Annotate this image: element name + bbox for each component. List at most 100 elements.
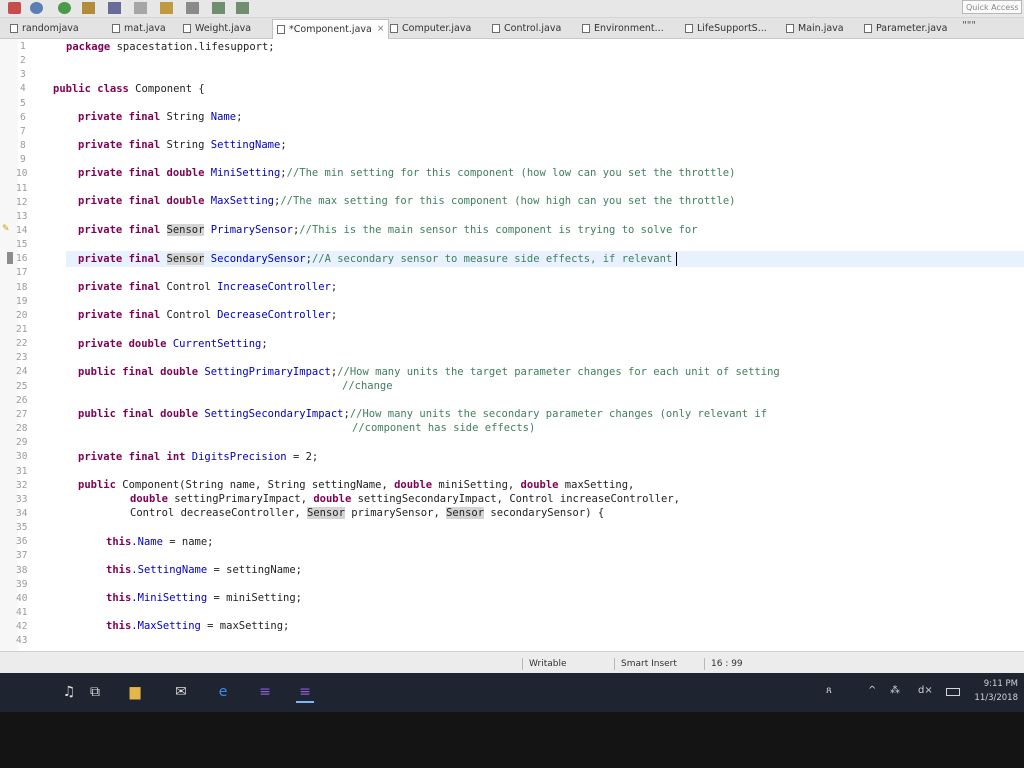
editor-tabs: randomjava mat.java Weight.java *Compone…: [0, 18, 1024, 39]
search-icon[interactable]: [160, 2, 173, 14]
field-name: MiniSetting: [204, 167, 281, 179]
line-number: 31: [16, 465, 28, 477]
keyword: double: [313, 493, 352, 505]
code-text: ;: [330, 281, 338, 293]
line-number: 10: [16, 168, 28, 180]
file-explorer-icon[interactable]: ▆: [126, 683, 144, 701]
tab-lifesupport[interactable]: LifeSupportS...: [685, 20, 767, 37]
line-number: 20: [16, 309, 28, 321]
code-text: Component(String name, String settingNam…: [115, 479, 395, 491]
chevron-up-icon[interactable]: ^: [868, 685, 876, 696]
tab-main[interactable]: Main.java: [786, 20, 844, 37]
task-view-icon[interactable]: ⧉: [86, 683, 104, 701]
type-occurrence: Sensor: [307, 507, 345, 519]
code-text: Control decreaseController,: [130, 507, 308, 519]
code-line: private final Sensor PrimarySensor;//Thi…: [78, 223, 698, 237]
people-icon[interactable]: ጸ: [826, 685, 832, 696]
cursor-position-status: 16 : 99: [704, 658, 743, 670]
close-tab-icon[interactable]: ⨯: [377, 21, 385, 38]
quick-access-input[interactable]: Quick Access: [962, 0, 1022, 14]
eclipse-active-icon[interactable]: ≡: [296, 683, 314, 703]
tab-random[interactable]: randomjava: [10, 20, 79, 37]
tab-weight[interactable]: Weight.java: [183, 20, 251, 37]
annotation-icon[interactable]: [186, 2, 199, 14]
code-line: public Component(String name, String set…: [78, 478, 634, 492]
new-icon[interactable]: [108, 2, 121, 14]
keyword: package: [66, 41, 111, 53]
code-text: = miniSetting;: [207, 592, 302, 604]
insert-mode-status[interactable]: Smart Insert: [614, 658, 677, 670]
eclipse-icon[interactable]: ≡: [256, 683, 274, 701]
code-text: settingPrimaryImpact,: [167, 493, 314, 505]
code-text: primarySensor,: [344, 507, 447, 519]
code-text: spacestation.lifesupport;: [110, 41, 275, 53]
java-file-icon: [277, 25, 285, 34]
code-line: private final String SettingName;: [78, 138, 287, 152]
tab-mat[interactable]: mat.java: [112, 20, 166, 37]
java-file-icon: [864, 24, 872, 33]
line-number: 25: [16, 380, 28, 392]
forward-icon[interactable]: [236, 2, 249, 14]
debug-icon[interactable]: [30, 2, 43, 14]
comment: //The max setting for this component (ho…: [280, 195, 736, 207]
mail-icon[interactable]: ✉: [172, 683, 190, 701]
code-line-current: private final Sensor SecondarySensor;//A…: [78, 252, 672, 266]
line-number: 32: [16, 479, 28, 491]
tab-parameter[interactable]: Parameter.java: [864, 20, 947, 37]
code-text: ;: [261, 338, 268, 350]
tab-control[interactable]: Control.java: [492, 20, 561, 37]
keyword: private final: [78, 281, 161, 293]
warning-marker-icon[interactable]: ✎: [2, 224, 10, 234]
main-toolbar: Quick Access: [0, 0, 1024, 18]
code-line: private final Control DecreaseController…: [78, 308, 337, 322]
tab-label: Environment...: [594, 23, 664, 34]
type-occurrence: Sensor: [446, 507, 485, 519]
line-number: 36: [16, 536, 28, 548]
open-type-icon[interactable]: [134, 2, 147, 14]
monitor-bezel: [0, 712, 1024, 768]
field-name: .SettingName: [131, 564, 208, 576]
line-number: 2: [20, 55, 26, 67]
code-text: ;: [280, 139, 287, 151]
line-number: 9: [20, 154, 26, 166]
run-icon[interactable]: [58, 2, 71, 14]
microphone-icon[interactable]: ♫: [60, 683, 78, 701]
keyword: this: [106, 536, 132, 548]
toolbar-icon[interactable]: [8, 2, 21, 14]
field-name: PrimarySensor: [204, 224, 293, 236]
line-number: 28: [16, 423, 28, 435]
code-line: public final double SettingPrimaryImpact…: [78, 365, 780, 379]
external-tools-icon[interactable]: [82, 2, 95, 14]
line-number: 41: [16, 607, 28, 618]
code-line: this.MiniSetting = miniSetting;: [106, 591, 302, 605]
network-icon[interactable]: ⁂: [890, 685, 900, 696]
keyword: public final double: [78, 366, 199, 378]
code-text: secondarySensor) {: [484, 507, 605, 519]
clock[interactable]: 9:11 PM 11/3/2018: [974, 677, 1018, 705]
tab-component[interactable]: *Component.java ⨯: [272, 19, 390, 39]
line-number: 17: [16, 267, 28, 279]
code-line: package spacestation.lifesupport;: [66, 40, 275, 54]
code-line: //change: [342, 379, 393, 393]
code-text: String: [160, 139, 211, 151]
field-name: DecreaseController: [217, 309, 331, 321]
line-number: 23: [16, 352, 28, 364]
code-text: Control: [160, 309, 218, 321]
field-name: MaxSetting: [204, 195, 274, 207]
tab-computer[interactable]: Computer.java: [390, 20, 471, 37]
tab-environment[interactable]: Environment...: [582, 20, 664, 37]
line-number: 16: [16, 253, 28, 265]
edge-browser-icon[interactable]: e: [214, 683, 232, 701]
code-line: public final double SettingSecondaryImpa…: [78, 407, 767, 421]
field-name: .Name: [131, 536, 163, 548]
tab-overflow-icon[interactable]: """: [962, 20, 976, 31]
code-line: this.SettingName = settingName;: [106, 563, 302, 577]
volume-icon[interactable]: d×: [918, 685, 933, 696]
battery-icon[interactable]: [946, 688, 960, 696]
java-file-icon: [183, 24, 191, 33]
keyword: private final int: [78, 451, 186, 463]
back-icon[interactable]: [212, 2, 225, 14]
line-number: 22: [16, 338, 28, 350]
tab-label: *Component.java: [289, 24, 372, 35]
code-editor[interactable]: ✎ ⌄ package spacestation.lifesupport; pu…: [0, 39, 1024, 659]
